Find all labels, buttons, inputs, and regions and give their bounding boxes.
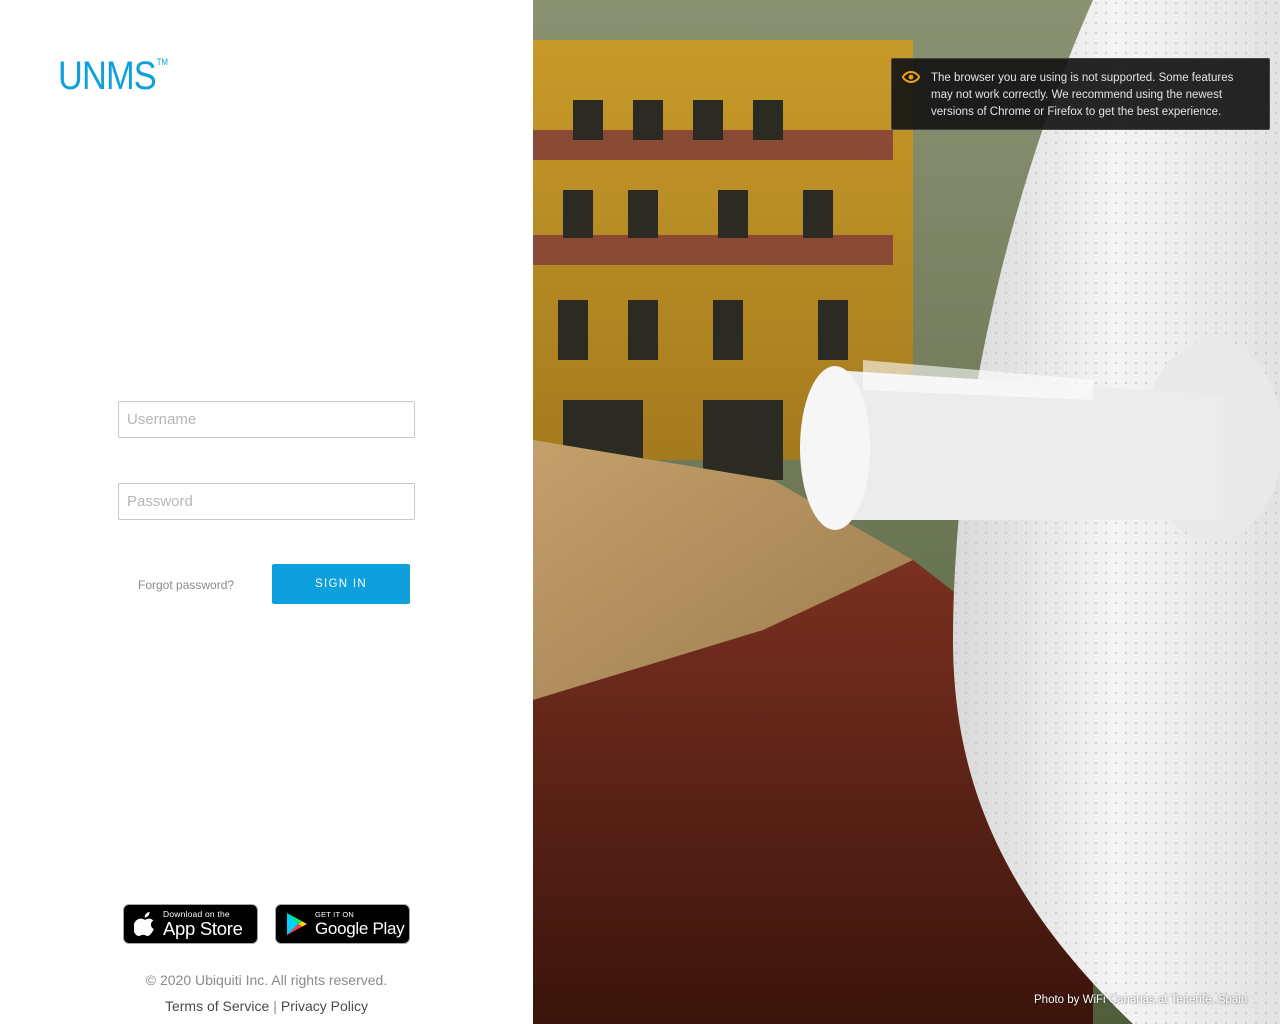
app-store-big-text: App Store <box>163 917 243 939</box>
unms-logo: UNMSTM <box>58 54 168 98</box>
trademark: TM <box>156 57 168 67</box>
footer-links: Terms of Service | Privacy Policy <box>0 998 533 1014</box>
username-input[interactable] <box>119 402 414 437</box>
forgot-password-link[interactable]: Forgot password? <box>138 578 234 592</box>
terms-of-service-link[interactable]: Terms of Service <box>165 998 269 1014</box>
privacy-policy-link[interactable]: Privacy Policy <box>281 998 368 1014</box>
username-field[interactable] <box>118 401 415 438</box>
password-field[interactable] <box>118 483 415 520</box>
google-play-badge[interactable]: GET IT ON Google Play <box>275 904 410 944</box>
copyright-text: © 2020 Ubiquiti Inc. All rights reserved… <box>145 972 388 988</box>
app-store-badge[interactable]: Download on the App Store <box>123 904 258 944</box>
logo-text: UNMS <box>58 54 157 98</box>
browser-warning-banner: The browser you are using is not support… <box>891 58 1270 130</box>
background-photo-panel <box>533 0 1280 1024</box>
password-input[interactable] <box>119 484 414 519</box>
photo-credit: Photo by WiFi Canarias at Tenerife, Spai… <box>1034 994 1248 1006</box>
google-play-big-text: Google Play <box>315 918 405 938</box>
google-play-icon <box>287 913 307 935</box>
footer-separator: | <box>273 998 277 1014</box>
apple-icon <box>134 912 154 936</box>
background-photo <box>533 0 1280 1024</box>
sign-in-button[interactable]: SIGN IN <box>272 564 410 604</box>
google-play-small-text: GET IT ON <box>315 910 355 920</box>
eye-icon <box>902 71 920 83</box>
browser-warning-message: The browser you are using is not support… <box>931 72 1234 118</box>
login-panel: UNMSTM Forgot password? SIGN IN Download… <box>0 0 533 1024</box>
